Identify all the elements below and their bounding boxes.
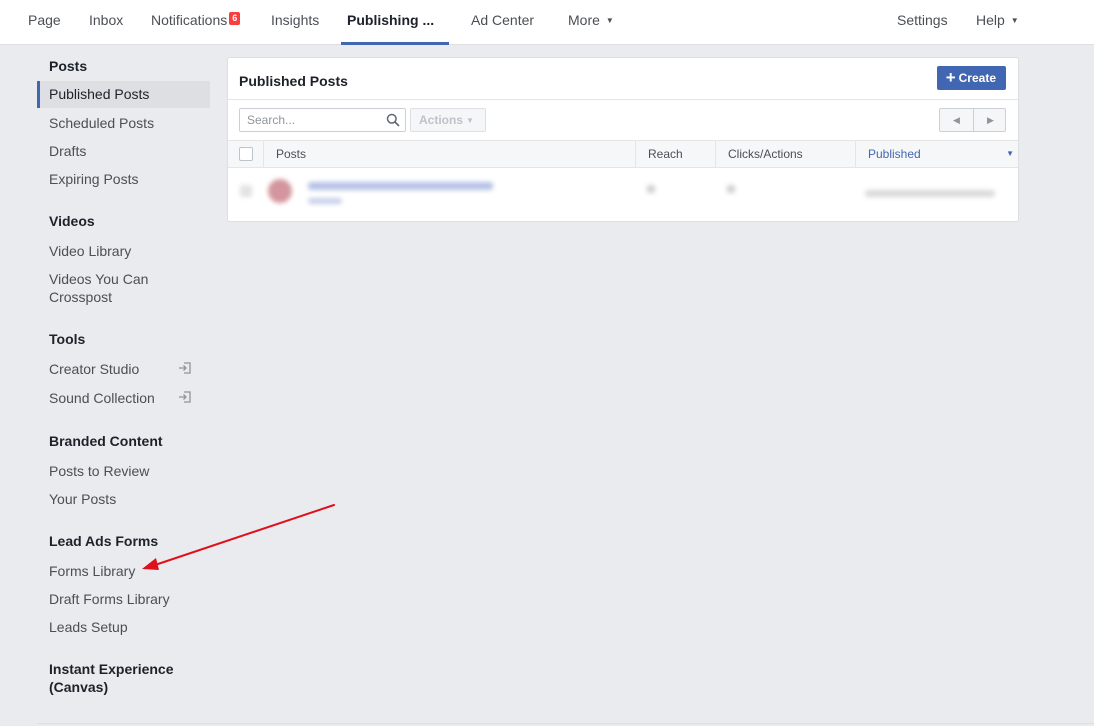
post-title-link[interactable]	[308, 182, 493, 190]
caret-down-icon: ▼	[466, 116, 474, 125]
external-link-icon	[179, 391, 191, 403]
sidebar-item-published-posts[interactable]: Published Posts	[37, 81, 210, 108]
select-all-checkbox[interactable]	[239, 147, 253, 161]
nav-tab-insights[interactable]: Insights	[271, 0, 319, 45]
nav-tab-label: Help	[976, 12, 1005, 28]
sidebar-item-label: Crosspost	[49, 289, 113, 305]
nav-settings[interactable]: Settings	[897, 0, 948, 45]
row-checkbox[interactable]	[240, 185, 252, 197]
nav-tab-label: Inbox	[89, 12, 124, 28]
sidebar-item-label: Videos You Can	[49, 271, 149, 287]
sort-desc-icon: ▼	[1006, 149, 1014, 158]
published-posts-panel: Published Posts + Create Search... Action…	[227, 57, 1019, 222]
nav-tab-publishing[interactable]: Publishing ...	[341, 0, 449, 45]
column-header-posts[interactable]: Posts	[263, 141, 635, 167]
sidebar-item-scheduled-posts[interactable]: Scheduled Posts	[37, 114, 210, 132]
actions-label: Actions	[419, 113, 464, 127]
sidebar-section-branded-content: Branded Content	[49, 433, 163, 449]
sidebar-item-sound-collection[interactable]: Sound Collection	[37, 389, 210, 407]
published-date	[865, 190, 995, 197]
sidebar-section-tools: Tools	[49, 331, 86, 347]
table-row[interactable]	[228, 169, 1018, 221]
sidebar-section-videos: Videos	[49, 213, 95, 229]
caret-down-icon: ▼	[605, 16, 614, 25]
clicks-value	[727, 185, 735, 193]
nav-tab-inbox[interactable]: Inbox	[89, 0, 123, 45]
sidebar-item-posts-to-review[interactable]: Posts to Review	[37, 462, 210, 480]
sidebar-item-leads-setup[interactable]: Leads Setup	[37, 618, 210, 636]
search-icon	[386, 113, 400, 127]
sidebar-item-creator-studio[interactable]: Creator Studio	[37, 360, 210, 378]
next-page-icon[interactable]: ▶	[974, 109, 1007, 131]
create-button-label: Create	[958, 71, 996, 85]
sidebar-item-drafts[interactable]: Drafts	[37, 142, 210, 160]
table-header: Posts Reach Clicks/Actions Published ▼	[228, 140, 1018, 168]
nav-tab-label: Page	[28, 12, 61, 28]
nav-tab-label: Ad Center	[471, 12, 535, 28]
create-button[interactable]: + Create	[936, 66, 1006, 90]
plus-icon: +	[945, 68, 956, 87]
sidebar-item-forms-library[interactable]: Forms Library	[37, 562, 210, 580]
sidebar-item-label: Sound Collection	[49, 390, 155, 406]
search-input[interactable]: Search...	[239, 108, 406, 132]
nav-tab-label: More	[568, 12, 600, 28]
nav-tab-ad-center[interactable]: Ad Center	[471, 0, 534, 45]
divider	[37, 723, 1094, 724]
column-header-label: Published	[868, 147, 921, 161]
sidebar-section-posts: Posts	[49, 58, 88, 74]
nav-tab-page[interactable]: Page	[28, 0, 61, 45]
nav-tab-label: Publishing ...	[347, 12, 435, 28]
nav-tab-label: Insights	[271, 12, 320, 28]
section-title-line: Instant Experience	[49, 661, 174, 677]
sidebar-section-instant-experience[interactable]: Instant Experience (Canvas)	[49, 660, 174, 696]
sidebar-item-draft-forms-library[interactable]: Draft Forms Library	[37, 590, 210, 608]
section-title-line: (Canvas)	[49, 679, 109, 695]
nav-tab-notifications[interactable]: Notifications 6	[151, 0, 241, 45]
select-all-cell	[228, 141, 263, 167]
top-navigation: Page Inbox Notifications 6 Insights Publi…	[0, 0, 1094, 45]
panel-title: Published Posts	[239, 73, 348, 89]
column-header-published[interactable]: Published ▼	[855, 141, 1018, 167]
sidebar-item-expiring-posts[interactable]: Expiring Posts	[37, 170, 210, 188]
sidebar-item-videos-crosspost[interactable]: Videos You Can Crosspost	[37, 270, 210, 306]
column-header-reach[interactable]: Reach	[635, 141, 715, 167]
nav-tab-label: Settings	[897, 12, 948, 28]
post-thumbnail	[268, 179, 292, 203]
sidebar-item-label: Creator Studio	[49, 361, 140, 377]
nav-help[interactable]: Help ▼	[976, 0, 1019, 45]
external-link-icon	[179, 362, 191, 374]
notification-badge: 6	[229, 12, 241, 25]
nav-tab-label: Notifications	[151, 12, 228, 28]
search-placeholder: Search...	[247, 113, 296, 127]
column-header-clicks-actions[interactable]: Clicks/Actions	[715, 141, 855, 167]
nav-tab-more[interactable]: More ▼	[568, 0, 614, 45]
reach-value	[647, 185, 655, 193]
post-meta	[308, 198, 342, 204]
caret-down-icon: ▼	[1010, 16, 1019, 25]
sidebar-item-video-library[interactable]: Video Library	[37, 242, 210, 260]
prev-page-icon[interactable]: ◀	[940, 109, 973, 131]
divider	[228, 99, 1018, 100]
actions-dropdown[interactable]: Actions ▼	[410, 108, 486, 132]
sidebar-item-your-posts[interactable]: Your Posts	[37, 490, 210, 508]
sidebar-section-lead-ads-forms: Lead Ads Forms	[49, 533, 159, 549]
pagination: ◀ ▶	[939, 108, 1006, 132]
